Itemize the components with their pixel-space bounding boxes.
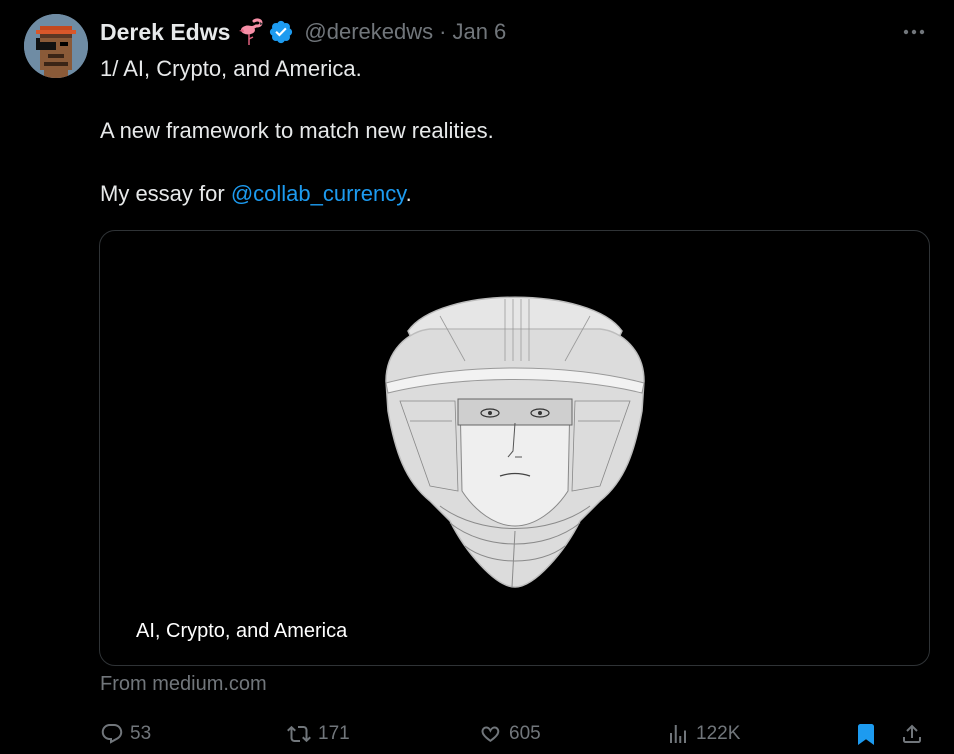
more-options-button[interactable] [896, 20, 932, 44]
author-display-name[interactable]: Derek Edws [100, 19, 230, 46]
like-button[interactable]: 605 [477, 720, 541, 748]
verified-badge-icon[interactable] [268, 19, 294, 45]
link-card[interactable]: AI, Crypto, and America [99, 230, 930, 666]
tweet-article[interactable]: Derek Edws @derekedws · Jan 6 1/ AI, Cry… [0, 0, 954, 754]
tweet-header: Derek Edws @derekedws · Jan 6 [100, 16, 506, 48]
analytics-icon [670, 725, 686, 743]
views-button[interactable]: 122K [666, 720, 740, 748]
more-dots-icon [903, 29, 925, 35]
tweet-text-prefix: My essay for [100, 181, 231, 206]
share-icon [903, 724, 921, 743]
reply-button[interactable]: 53 [100, 720, 151, 748]
retweet-count: 171 [318, 723, 350, 744]
reply-icon [101, 724, 123, 744]
header-separator: · [439, 19, 447, 44]
reply-count: 53 [130, 723, 152, 744]
card-source[interactable]: From medium.com [100, 673, 267, 696]
flamingo-icon [238, 18, 264, 46]
tweet-text-suffix: . [405, 181, 412, 206]
mention-link[interactable]: @collab_currency [231, 181, 406, 206]
like-count: 605 [509, 723, 541, 744]
author-handle[interactable]: @derekedws [304, 19, 433, 45]
tweet-date[interactable]: Jan 6 [452, 19, 506, 45]
heart-icon [481, 726, 500, 742]
views-count: 122K [696, 723, 741, 744]
bookmark-filled-icon [858, 724, 874, 745]
tweet-text-line-3: My essay for @collab_currency. [100, 181, 412, 207]
bookmark-button[interactable] [854, 720, 878, 748]
retweet-icon [287, 725, 311, 743]
tweet-text-line-1: 1/ AI, Crypto, and America. [100, 56, 362, 81]
tweet-text-line-2: A new framework to match new realities. [100, 118, 494, 143]
retweet-button[interactable]: 171 [286, 720, 350, 748]
share-button[interactable] [900, 720, 924, 748]
card-title[interactable]: AI, Crypto, and America [132, 619, 352, 644]
card-image [380, 291, 650, 596]
author-avatar[interactable] [24, 14, 88, 78]
